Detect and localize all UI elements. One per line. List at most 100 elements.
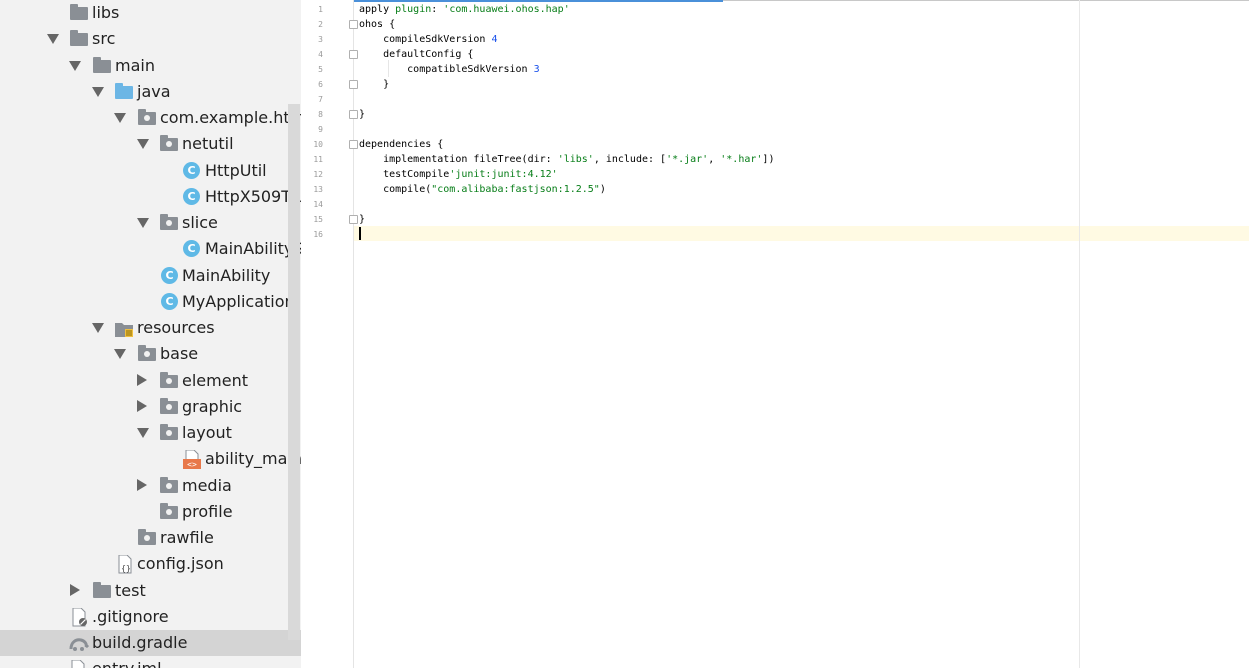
chevron-right-icon[interactable]	[137, 374, 147, 386]
chevron-down-icon[interactable]	[92, 323, 104, 333]
chevron-right-icon[interactable]	[137, 400, 147, 412]
tree-item-httpx509[interactable]: C HttpX509Tru	[0, 184, 301, 210]
tree-item-label: graphic	[182, 397, 243, 416]
tree-item-label: main	[115, 56, 155, 75]
chevron-down-icon[interactable]	[69, 61, 81, 71]
tree-item-label: netutil	[182, 134, 234, 153]
tree-item-myapplication[interactable]: C MyApplication	[0, 289, 301, 315]
line-number: 5	[318, 65, 323, 74]
folder-icon	[93, 582, 111, 598]
tree-item-ability-main-xml[interactable]: <> ability_main.x	[0, 446, 301, 472]
chevron-down-icon[interactable]	[137, 139, 149, 149]
folder-icon	[93, 57, 111, 73]
class-icon: C	[183, 162, 200, 179]
text-caret	[359, 227, 361, 240]
line-number-gutter[interactable]: 1 2 3 4 5 6 7 8 9 10 11 12 13 14 15 16	[301, 0, 358, 668]
tree-item-profile[interactable]: profile	[0, 499, 301, 525]
tree-item-test[interactable]: test	[0, 578, 301, 604]
line-number: 7	[318, 95, 323, 104]
chevron-down-icon[interactable]	[92, 87, 104, 97]
tree-item-slice[interactable]: slice	[0, 210, 301, 236]
line-number: 12	[313, 170, 323, 179]
tree-item-package[interactable]: com.example.htmlja	[0, 105, 301, 131]
tree-item-gitignore[interactable]: .gitignore	[0, 604, 301, 630]
fold-marker-icon[interactable]	[349, 20, 358, 29]
tree-item-label: build.gradle	[92, 633, 188, 652]
class-icon: C	[183, 240, 200, 257]
fold-marker-icon[interactable]	[349, 140, 358, 149]
tree-item-entry-iml[interactable]: entry.iml	[0, 656, 301, 668]
tree-scrollbar[interactable]	[288, 104, 300, 640]
line-number: 11	[313, 155, 323, 164]
code-line: }	[359, 109, 366, 120]
line-number: 14	[313, 200, 323, 209]
right-margin-guide	[1079, 0, 1080, 668]
tree-item-label: src	[92, 29, 116, 48]
tree-item-label: MainAbility	[182, 266, 271, 285]
tree-item-resources[interactable]: resources	[0, 315, 301, 341]
tree-item-java[interactable]: java	[0, 79, 301, 105]
chevron-right-icon[interactable]	[70, 584, 80, 596]
tree-item-build-gradle[interactable]: build.gradle	[0, 630, 301, 656]
tree-item-label: profile	[182, 502, 233, 521]
tree-item-main[interactable]: main	[0, 53, 301, 79]
tree-item-src[interactable]: src	[0, 26, 301, 52]
tree-item-media[interactable]: media	[0, 473, 301, 499]
tree-item-element[interactable]: element	[0, 368, 301, 394]
gradle-icon	[69, 636, 90, 651]
tree-item-label: resources	[137, 318, 215, 337]
json-file-icon: {}	[117, 554, 135, 574]
tree-item-netutil[interactable]: netutil	[0, 131, 301, 157]
code-line: dependencies {	[359, 139, 444, 150]
chevron-down-icon[interactable]	[47, 34, 59, 44]
folder-icon	[138, 529, 156, 545]
tree-item-label: entry.iml	[92, 657, 162, 668]
folder-icon	[160, 372, 178, 388]
tree-item-label: layout	[182, 423, 232, 442]
folder-icon	[70, 4, 88, 20]
chevron-down-icon[interactable]	[137, 218, 149, 228]
code-line: compile("com.alibaba:fastjson:1.2.5")	[359, 184, 606, 195]
code-line: implementation fileTree(dir: 'libs', inc…	[359, 154, 775, 165]
tree-item-rawfile[interactable]: rawfile	[0, 525, 301, 551]
package-icon	[160, 214, 178, 230]
source-folder-icon	[115, 83, 133, 99]
tree-item-config-json[interactable]: {} config.json	[0, 551, 301, 577]
folder-icon	[160, 424, 178, 440]
tree-item-label: MainAbilitySl	[205, 239, 301, 258]
tree-item-label: com.example.htmlja	[160, 108, 301, 127]
tree-item-libs[interactable]: libs	[0, 0, 301, 26]
line-number: 3	[318, 35, 323, 44]
tree-item-label: rawfile	[160, 528, 214, 547]
chevron-down-icon[interactable]	[114, 349, 126, 359]
package-icon	[160, 135, 178, 151]
tree-item-label: slice	[182, 213, 218, 232]
tree-item-label: HttpUtil	[205, 161, 267, 180]
tree-item-base[interactable]: base	[0, 341, 301, 367]
class-icon: C	[161, 267, 178, 284]
chevron-right-icon[interactable]	[137, 479, 147, 491]
chevron-down-icon[interactable]	[114, 113, 126, 123]
tree-item-label: ability_main.x	[205, 449, 301, 468]
tree-item-label: libs	[92, 3, 120, 22]
fold-marker-icon[interactable]	[349, 215, 358, 224]
tree-item-graphic[interactable]: graphic	[0, 394, 301, 420]
code-line: }	[359, 214, 366, 225]
tree-item-label: config.json	[137, 554, 224, 573]
fold-marker-icon[interactable]	[349, 80, 358, 89]
code-editor[interactable]: 1 2 3 4 5 6 7 8 9 10 11 12 13 14 15 16 a…	[301, 0, 1249, 668]
tree-item-mainability[interactable]: C MainAbility	[0, 263, 301, 289]
fold-marker-icon[interactable]	[349, 110, 358, 119]
tree-item-layout[interactable]: layout	[0, 420, 301, 446]
class-icon: C	[161, 293, 178, 310]
chevron-down-icon[interactable]	[137, 428, 149, 438]
code-line: testCompile'junit:junit:4.12'	[359, 169, 558, 180]
fold-marker-icon[interactable]	[349, 50, 358, 59]
tree-item-httputil[interactable]: C HttpUtil	[0, 158, 301, 184]
tree-item-label: MyApplication	[182, 292, 295, 311]
project-tree-panel: libs src main java com.example.htmlja ne…	[0, 0, 301, 668]
line-number: 6	[318, 80, 323, 89]
line-number: 15	[313, 215, 323, 224]
svg-text:<>: <>	[187, 460, 197, 469]
tree-item-mainabilityslice[interactable]: C MainAbilitySl	[0, 236, 301, 262]
